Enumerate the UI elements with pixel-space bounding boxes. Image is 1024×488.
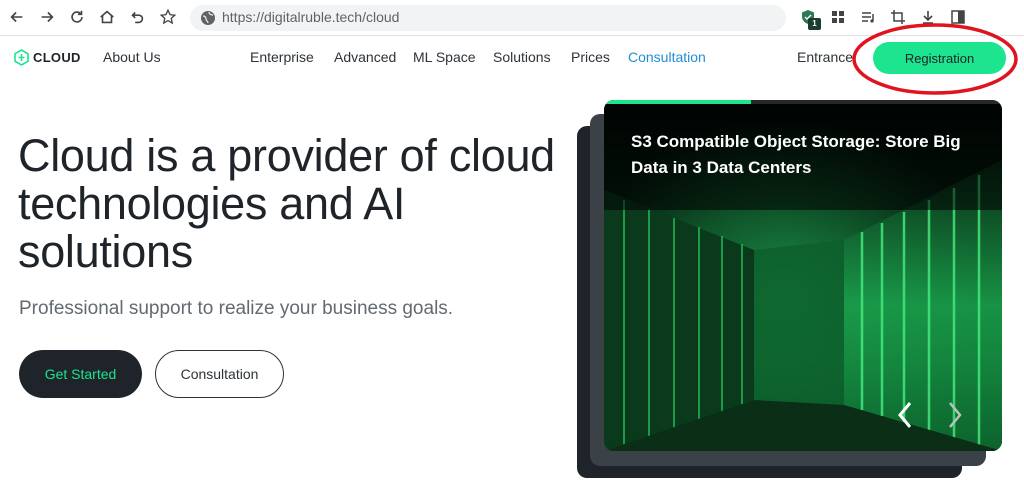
nav-about-us[interactable]: About Us [103,49,161,65]
carousel-progress-fill [604,100,752,104]
nav-ml-space[interactable]: ML Space [413,49,476,65]
hero-title: Cloud is a provider of cloud technologie… [18,130,555,277]
star-icon[interactable] [157,6,179,28]
chevron-right-icon [949,402,962,428]
card-title: S3 Compatible Object Storage: Store Big … [631,132,961,177]
nav-consultation[interactable]: Consultation [628,49,706,65]
back-icon[interactable] [6,6,28,28]
get-started-button[interactable]: Get Started [19,350,142,398]
promo-carousel-card[interactable]: S3 Compatible Object Storage: Store Big … [604,100,1002,451]
extension-badge: 1 [808,18,821,30]
carousel-next-arrow[interactable] [941,398,969,432]
logo-text: CLOUD [33,50,81,65]
consultation-button[interactable]: Consultation [155,350,284,398]
site-logo[interactable]: CLOUD [14,49,81,66]
nav-prices[interactable]: Prices [571,49,610,65]
nav-solutions[interactable]: Solutions [493,49,551,65]
home-icon[interactable] [96,6,118,28]
carousel-progress-bar [604,100,1002,104]
forward-icon[interactable] [36,6,58,28]
red-annotation-ellipse [852,23,1018,95]
nav-enterprise[interactable]: Enterprise [250,49,314,65]
address-bar[interactable]: https://digitalruble.tech/cloud [190,5,786,31]
chevron-left-icon [898,402,912,428]
carousel-prev-arrow[interactable] [891,398,919,432]
cloud-logo-icon [14,49,29,66]
url-text: https://digitalruble.tech/cloud [222,9,400,25]
grid-extension-icon[interactable] [829,8,847,26]
hero-subtitle: Professional support to realize your bus… [19,298,454,319]
site-info-icon[interactable] [200,10,216,26]
undo-icon[interactable] [126,6,148,28]
nav-entrance[interactable]: Entrance [797,49,853,65]
reload-icon[interactable] [66,6,88,28]
nav-advanced[interactable]: Advanced [334,49,396,65]
